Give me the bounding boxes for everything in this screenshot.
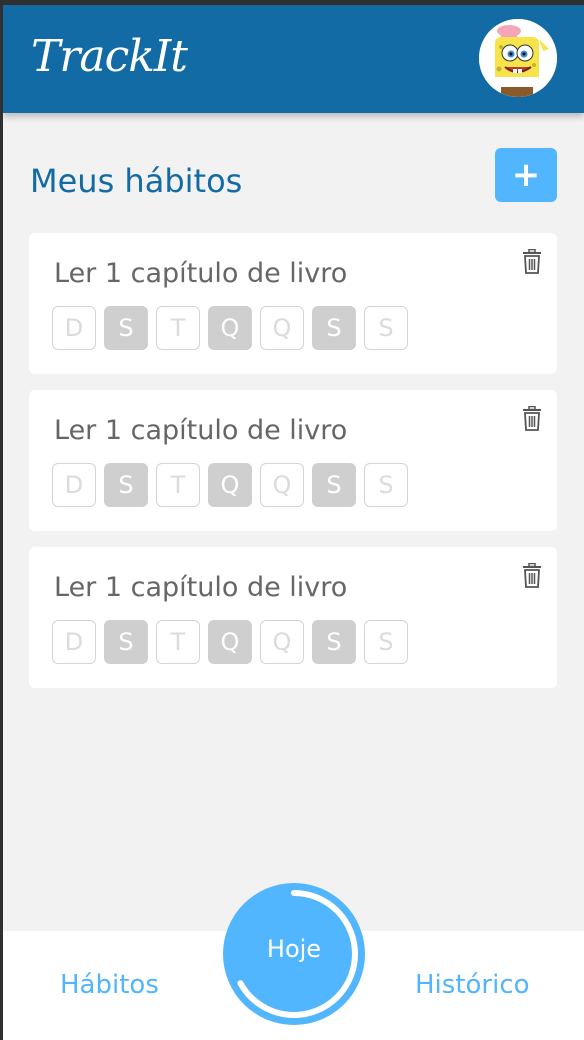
day-wednesday[interactable]: Q	[208, 463, 252, 507]
day-saturday[interactable]: S	[364, 463, 408, 507]
trash-icon[interactable]	[521, 249, 543, 275]
day-saturday[interactable]: S	[364, 620, 408, 664]
habit-name: Ler 1 capítulo de livro	[54, 415, 348, 446]
day-monday[interactable]: S	[104, 620, 148, 664]
day-friday[interactable]: S	[312, 306, 356, 350]
day-sunday[interactable]: D	[52, 463, 96, 507]
app-screen: TrackIt Meus hábitos + Ler 1 capítulo de…	[3, 5, 584, 1040]
habit-card: Ler 1 capítulo de livro D S T Q Q S S	[29, 390, 557, 531]
habit-card: Ler 1 capítulo de livro D S T Q Q S S	[29, 547, 557, 688]
trash-icon[interactable]	[521, 563, 543, 589]
day-wednesday[interactable]: Q	[208, 306, 252, 350]
habit-card: Ler 1 capítulo de livro D S T Q Q S S	[29, 233, 557, 374]
weekday-selector: D S T Q Q S S	[52, 620, 416, 664]
day-monday[interactable]: S	[104, 463, 148, 507]
avatar[interactable]	[479, 19, 557, 97]
habit-list: Ler 1 capítulo de livro D S T Q Q S S Le…	[29, 233, 557, 704]
day-wednesday[interactable]: Q	[208, 620, 252, 664]
add-habit-button[interactable]: +	[495, 148, 557, 202]
day-thursday[interactable]: Q	[260, 463, 304, 507]
nav-habits-link[interactable]: Hábitos	[60, 965, 159, 1005]
day-tuesday[interactable]: T	[156, 306, 200, 350]
weekday-selector: D S T Q Q S S	[52, 306, 416, 350]
day-friday[interactable]: S	[312, 463, 356, 507]
day-saturday[interactable]: S	[364, 306, 408, 350]
today-label: Hoje	[266, 935, 322, 963]
weekday-selector: D S T Q Q S S	[52, 463, 416, 507]
trash-icon[interactable]	[521, 406, 543, 432]
top-bar: TrackIt	[3, 5, 584, 113]
app-logo: TrackIt	[31, 31, 188, 82]
day-thursday[interactable]: Q	[260, 620, 304, 664]
day-tuesday[interactable]: T	[156, 620, 200, 664]
day-tuesday[interactable]: T	[156, 463, 200, 507]
day-friday[interactable]: S	[312, 620, 356, 664]
habit-name: Ler 1 capítulo de livro	[54, 572, 348, 603]
avatar-image	[479, 19, 557, 97]
day-thursday[interactable]: Q	[260, 306, 304, 350]
nav-history-link[interactable]: Histórico	[415, 965, 530, 1005]
today-button[interactable]: Hoje	[223, 883, 365, 1025]
day-sunday[interactable]: D	[52, 620, 96, 664]
page-title: Meus hábitos	[30, 162, 243, 200]
day-monday[interactable]: S	[104, 306, 148, 350]
day-sunday[interactable]: D	[52, 306, 96, 350]
habit-name: Ler 1 capítulo de livro	[54, 258, 348, 289]
